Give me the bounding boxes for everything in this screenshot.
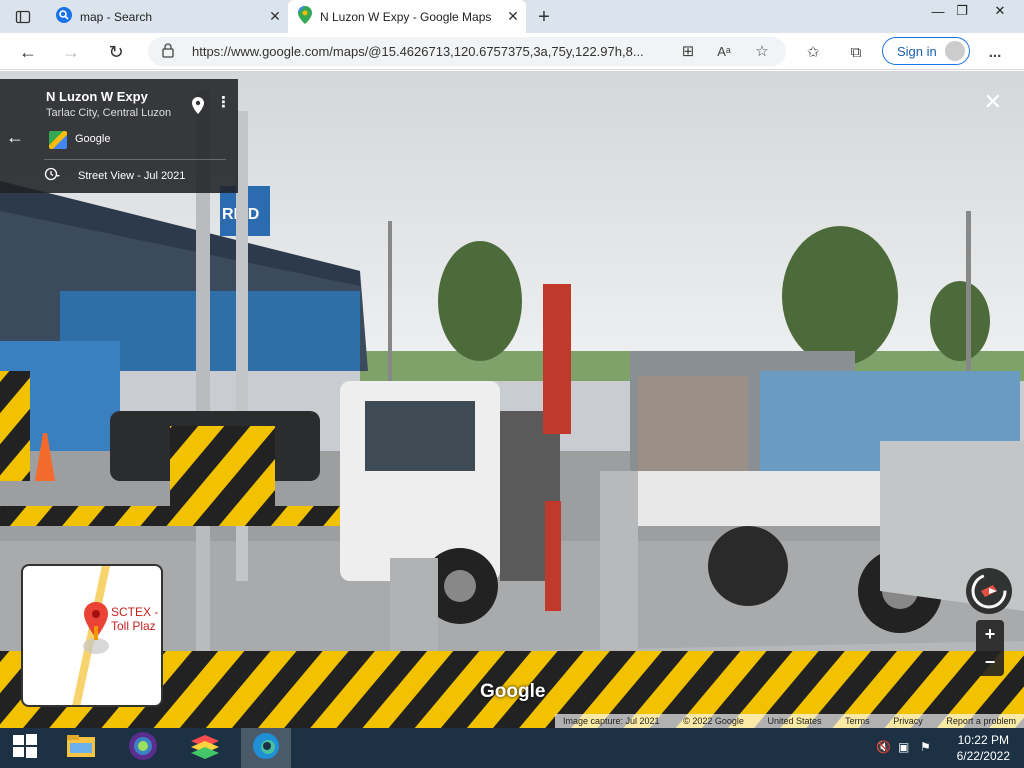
tab-bar: map - Search ✕ N Luzon W Expy - Google M…: [0, 0, 1024, 33]
zoom-in-button[interactable]: +: [976, 620, 1004, 648]
google-maps-logo-icon: [49, 131, 67, 149]
app-available-icon[interactable]: ⊞: [678, 42, 698, 60]
clock-time: 10:22 PM: [957, 733, 1009, 747]
forward-icon[interactable]: →: [58, 39, 84, 65]
start-button[interactable]: [0, 728, 50, 768]
address-bar: ← → ↻ https://www.google.com/maps/@15.46…: [0, 33, 1024, 70]
time-travel-button[interactable]: Street View - Jul 2021: [44, 167, 185, 184]
network-icon[interactable]: ▣: [898, 740, 914, 756]
street-view-panorama[interactable]: RFID ← N Luzon W Expy Tarlac City, Cen: [0, 71, 1024, 728]
collections-icon[interactable]: ⧉: [846, 43, 866, 61]
sign-in-button[interactable]: Sign in: [882, 37, 970, 65]
close-window-icon[interactable]: ✕: [984, 0, 1016, 22]
street-view-info-card: ← N Luzon W Expy Tarlac City, Central Lu…: [0, 79, 238, 193]
taskbar: 🔇 ▣ ⚑ 10:22 PM 6/22/2022: [0, 728, 1024, 768]
tab-title: map - Search: [80, 9, 153, 24]
minimap-place-label: SCTEX - Toll Plaz: [111, 605, 159, 634]
zoom-controls: + −: [976, 620, 1004, 676]
map-pin-icon: [83, 602, 109, 659]
app-button[interactable]: [118, 728, 168, 768]
tab-google-maps[interactable]: N Luzon W Expy - Google Maps ✕: [288, 0, 526, 33]
footer-terms-link[interactable]: Terms: [845, 716, 870, 726]
close-tab-icon[interactable]: ✕: [500, 8, 526, 25]
windows-logo-icon: [12, 733, 38, 764]
back-arrow-icon[interactable]: ←: [6, 127, 24, 148]
system-clock[interactable]: 10:22 PM 6/22/2022: [957, 732, 1010, 764]
footer-capture-date: Image capture: Jul 2021: [563, 716, 660, 726]
location-pin-icon[interactable]: [192, 97, 204, 119]
omnibox[interactable]: https://www.google.com/maps/@15.4626713,…: [148, 37, 786, 66]
divider: [44, 159, 226, 160]
volume-muted-icon[interactable]: 🔇: [876, 740, 892, 756]
more-vert-icon[interactable]: ⋮: [216, 93, 231, 111]
edge-icon: [252, 732, 280, 765]
more-options-icon[interactable]: ...: [985, 43, 1005, 61]
edge-button[interactable]: [241, 728, 291, 768]
avatar: [945, 41, 965, 61]
minimap-label-line: Toll Plaz: [111, 618, 156, 633]
footer-privacy-link[interactable]: Privacy: [893, 716, 923, 726]
lock-icon[interactable]: [162, 43, 174, 63]
maps-pin-icon: [298, 6, 312, 27]
back-icon[interactable]: ←: [15, 39, 41, 65]
provider-label: Google: [75, 133, 111, 145]
app-globe-icon: [128, 731, 158, 766]
google-watermark: Google: [480, 681, 546, 702]
close-tab-icon[interactable]: ✕: [262, 8, 288, 25]
favorites-icon[interactable]: ✩: [803, 43, 823, 61]
bluestacks-button[interactable]: [180, 728, 230, 768]
notification-icon[interactable]: ⚑: [920, 740, 936, 756]
footer-report-link[interactable]: Report a problem: [946, 716, 1016, 726]
footer-region-link[interactable]: United States: [768, 716, 822, 726]
refresh-icon[interactable]: ↻: [103, 39, 129, 65]
minimap-label-line: SCTEX -: [111, 605, 159, 619]
sign-in-label: Sign in: [897, 43, 937, 59]
tab-actions-icon[interactable]: [12, 6, 34, 28]
capture-date-label: Street View - Jul 2021: [78, 169, 186, 182]
clock-date: 6/22/2022: [956, 749, 1010, 763]
restore-icon[interactable]: ❐: [946, 0, 978, 22]
place-name[interactable]: N Luzon W Expy: [46, 89, 148, 104]
search-icon: [56, 7, 72, 26]
place-subtitle: Tarlac City, Central Luzon: [46, 107, 172, 119]
map-footer: Image capture: Jul 2021 © 2022 Google Un…: [555, 714, 1024, 728]
footer-copyright: © 2022 Google: [683, 716, 744, 726]
new-tab-button[interactable]: +: [533, 6, 555, 28]
history-clock-icon: [44, 167, 60, 184]
tab-title: N Luzon W Expy - Google Maps: [320, 9, 492, 24]
bluestacks-icon: [189, 733, 221, 764]
close-street-view-icon[interactable]: ✕: [984, 89, 1002, 115]
folder-icon: [66, 733, 96, 764]
tab-map-search[interactable]: map - Search ✕: [46, 0, 288, 33]
minimap[interactable]: SCTEX - Toll Plaz: [21, 564, 163, 707]
compass-icon[interactable]: [966, 568, 1012, 614]
add-favorite-icon[interactable]: ☆: [752, 42, 772, 60]
zoom-out-button[interactable]: −: [976, 648, 1004, 676]
file-explorer-button[interactable]: [56, 728, 106, 768]
url-text[interactable]: https://www.google.com/maps/@15.4626713,…: [192, 44, 672, 59]
read-aloud-icon[interactable]: Aᵃ: [714, 42, 734, 60]
